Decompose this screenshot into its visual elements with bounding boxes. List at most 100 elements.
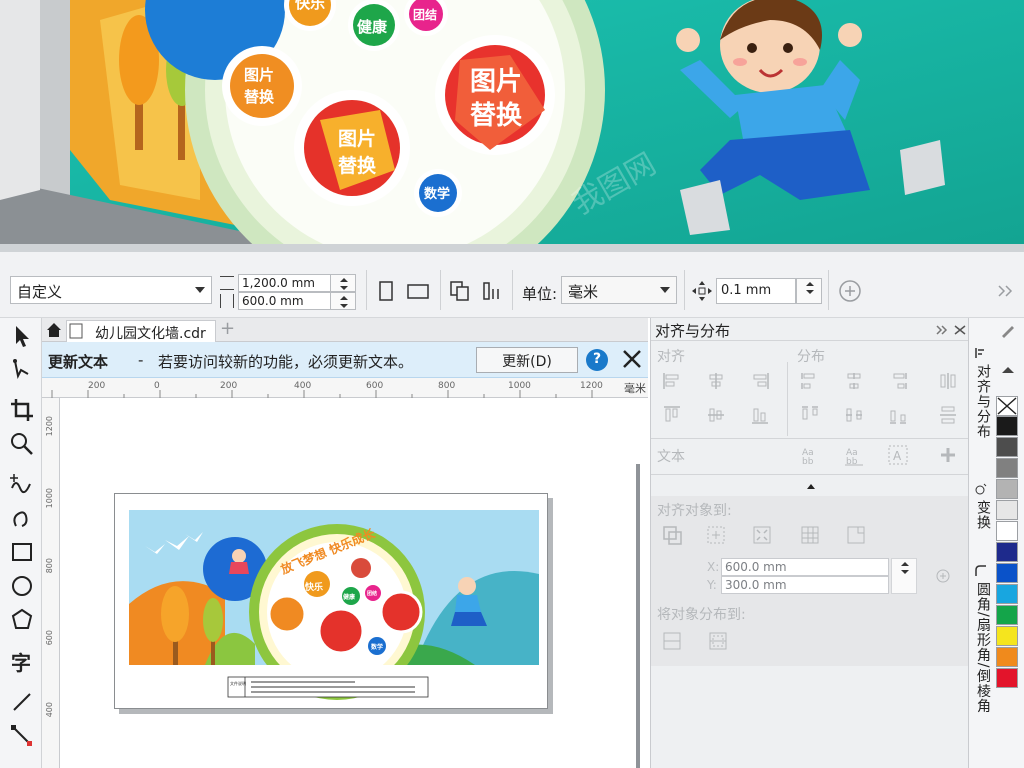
nudge-distance-spinner[interactable] xyxy=(796,278,822,304)
current-page-icon[interactable] xyxy=(480,279,504,303)
shape-tool-icon[interactable] xyxy=(8,356,36,384)
color-swatch[interactable] xyxy=(996,542,1018,562)
vertical-scrollbar[interactable] xyxy=(636,464,640,768)
landscape-orientation-icon[interactable] xyxy=(406,279,430,303)
distribute-to-page-icon[interactable] xyxy=(707,630,729,652)
distribute-center-h-icon[interactable] xyxy=(843,370,865,392)
page-size-preset-select[interactable]: 自定义 xyxy=(10,276,212,304)
color-swatch[interactable] xyxy=(996,605,1018,625)
double-chevron-right-icon[interactable] xyxy=(994,279,1018,303)
align-to-page-center-icon[interactable] xyxy=(751,524,773,546)
color-swatch[interactable] xyxy=(996,479,1018,499)
zoom-tool-icon[interactable] xyxy=(8,430,36,458)
tab-transform[interactable]: 变换 xyxy=(971,500,993,560)
align-center-v-icon[interactable] xyxy=(705,404,727,426)
text-bounding-box-icon[interactable]: A xyxy=(887,444,909,466)
expand-up-icon[interactable] xyxy=(805,482,817,490)
text-last-baseline-icon[interactable]: Aabb xyxy=(843,444,865,466)
text-tool-icon[interactable]: 字 xyxy=(8,648,36,676)
horizontal-ruler[interactable]: 200 0 200 400 600 800 1000 1200 毫米 xyxy=(42,378,648,398)
color-swatch[interactable] xyxy=(996,521,1018,541)
align-top-icon[interactable] xyxy=(661,404,683,426)
update-notification-title: 更新文本 xyxy=(48,353,109,371)
distribute-left-icon[interactable] xyxy=(799,370,821,392)
plus-circle-icon[interactable] xyxy=(838,279,862,303)
document-tab[interactable]: 幼儿园文化墙.cdr xyxy=(66,320,216,342)
no-color-swatch[interactable] xyxy=(996,396,1018,416)
color-swatch[interactable] xyxy=(996,500,1018,520)
distribute-spacing-h-icon[interactable] xyxy=(937,370,959,392)
distribute-to-selection-icon[interactable] xyxy=(661,630,683,652)
vertical-ruler[interactable]: 1200 1000 800 600 400 xyxy=(42,398,60,768)
align-to-page-edge-icon[interactable] xyxy=(705,524,727,546)
distribute-center-v-icon[interactable] xyxy=(843,404,865,426)
text-outline-icon[interactable] xyxy=(937,444,959,466)
crop-tool-icon[interactable] xyxy=(8,396,36,424)
align-to-point-icon[interactable] xyxy=(845,524,867,546)
tab-fillet-scallop-chamfer[interactable]: 圆角/扇形角/倒棱角 xyxy=(971,582,993,768)
color-swatch[interactable] xyxy=(996,584,1018,604)
close-icon[interactable] xyxy=(620,347,644,371)
toolbar-separator xyxy=(512,270,513,310)
docker-divider xyxy=(651,438,969,439)
y-coord-input[interactable]: 300.0 mm xyxy=(721,576,889,594)
docker-side-tabs: 对齐与分布 变换 圆角/扇形角/倒棱角 xyxy=(968,318,994,768)
tab-align-distribute[interactable]: 对齐与分布 xyxy=(971,364,993,484)
units-label: 单位: xyxy=(522,285,558,303)
align-bottom-icon[interactable] xyxy=(749,404,771,426)
artistic-media-icon[interactable] xyxy=(8,504,36,532)
align-to-grid-icon[interactable] xyxy=(799,524,821,546)
drawing-canvas[interactable]: 快乐 健康 团结 数学 放飞梦想 快乐成长 文件说明 xyxy=(60,398,648,768)
freehand-tool-icon[interactable] xyxy=(8,470,36,498)
polygon-tool-icon[interactable] xyxy=(8,606,36,634)
add-target-icon[interactable] xyxy=(935,568,951,584)
distribute-top-icon[interactable] xyxy=(799,404,821,426)
align-right-icon[interactable] xyxy=(749,370,771,392)
color-swatch[interactable] xyxy=(996,416,1018,436)
ellipse-tool-icon[interactable] xyxy=(8,572,36,600)
update-button[interactable]: 更新(D) xyxy=(476,347,578,373)
units-select[interactable]: 毫米 xyxy=(561,276,677,304)
distribute-spacing-v-icon[interactable] xyxy=(937,404,959,426)
rectangle-tool-icon[interactable] xyxy=(8,538,36,566)
distribute-bottom-icon[interactable] xyxy=(887,404,909,426)
color-swatch[interactable] xyxy=(996,563,1018,583)
align-to-active-object-icon[interactable] xyxy=(661,524,683,546)
pick-tool-icon[interactable] xyxy=(8,322,36,350)
docker-collapse-icon[interactable] xyxy=(935,324,949,336)
dimension-tool-icon[interactable] xyxy=(8,688,36,716)
units-value: 毫米 xyxy=(568,283,599,301)
text-first-baseline-icon[interactable]: Aabb xyxy=(799,444,821,466)
color-swatch[interactable] xyxy=(996,668,1018,688)
align-left-icon[interactable] xyxy=(661,370,683,392)
hero-placeholder-text-4: 替换 xyxy=(338,154,377,177)
page-height-spinner[interactable] xyxy=(330,292,356,310)
align-objects-to-label: 对齐对象到: xyxy=(657,503,732,519)
new-tab-button[interactable]: + xyxy=(220,318,235,339)
all-pages-icon[interactable] xyxy=(448,279,472,303)
connector-tool-icon[interactable] xyxy=(8,722,36,750)
ruler-ticks-graphic xyxy=(51,390,593,398)
portrait-orientation-icon[interactable] xyxy=(374,279,398,303)
coord-spinner[interactable] xyxy=(891,558,917,594)
hero-placeholder-text-3: 图片 xyxy=(338,127,376,150)
distribute-right-icon[interactable] xyxy=(887,370,909,392)
x-coord-label: X: xyxy=(707,560,720,574)
help-icon[interactable]: ? xyxy=(586,349,608,371)
nudge-distance-input[interactable]: 0.1 mm xyxy=(716,278,796,304)
page-size-preset-value: 自定义 xyxy=(17,283,63,301)
page-width-spinner[interactable] xyxy=(330,274,356,292)
design-bubble-jiankang: 健康 xyxy=(343,593,356,601)
ruler-tick: 1000 xyxy=(45,488,54,509)
docker-close-icon[interactable] xyxy=(953,324,967,336)
x-coord-input[interactable]: 600.0 mm xyxy=(721,558,889,576)
color-swatch[interactable] xyxy=(996,626,1018,646)
color-swatch[interactable] xyxy=(996,458,1018,478)
palette-scroll-up-icon[interactable] xyxy=(998,364,1018,376)
align-center-h-icon[interactable] xyxy=(705,370,727,392)
color-swatch[interactable] xyxy=(996,647,1018,667)
culture-wall-artwork[interactable]: 快乐 健康 团结 数学 放飞梦想 快乐成长 文件说明 xyxy=(115,494,549,710)
color-swatch[interactable] xyxy=(996,437,1018,457)
home-icon[interactable] xyxy=(46,322,62,338)
pipette-icon[interactable] xyxy=(998,322,1018,338)
